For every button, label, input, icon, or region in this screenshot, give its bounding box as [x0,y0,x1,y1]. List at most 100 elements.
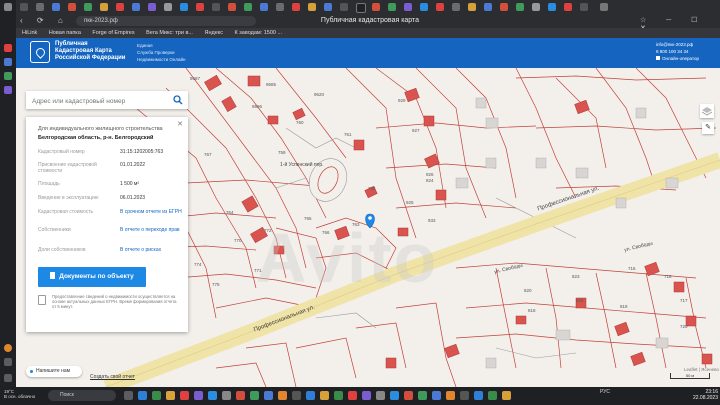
tab-icon[interactable] [36,3,44,11]
tab-icon[interactable] [132,3,140,11]
taskbar-app-icon[interactable] [180,391,189,400]
sidebar-settings-icon[interactable] [4,374,12,382]
taskbar-search[interactable]: Поиск [48,390,116,401]
folder-icon[interactable] [166,391,175,400]
taskbar-app-icon[interactable] [264,391,273,400]
tab-icon[interactable] [276,3,284,11]
ruler-icon[interactable]: ✎ [702,122,714,134]
task-view-icon[interactable] [124,391,133,400]
taskbar-app-icon[interactable] [474,391,483,400]
tab-icon[interactable] [324,3,332,11]
taskbar-app-icon[interactable] [390,391,399,400]
layers-icon[interactable] [700,104,714,118]
taskbar-app-icon[interactable] [362,391,371,400]
taskbar-app-icon[interactable] [250,391,259,400]
bookmark-item[interactable]: Вега Микс: три в... [146,30,193,36]
sidebar-app-icon[interactable] [4,58,12,66]
tab-icon[interactable] [68,3,76,11]
tab-icon[interactable] [340,3,348,11]
search-input[interactable] [26,91,169,111]
tab-icon[interactable] [436,3,444,11]
brand-title[interactable]: Публичная Кадастровая Карта Российской Ф… [55,41,135,62]
bookmark-item[interactable]: Яндекс [204,30,223,36]
tab-icon[interactable] [484,3,492,11]
browser-logo-icon[interactable] [4,3,12,11]
tab-icon[interactable] [548,3,556,11]
tab-icon[interactable] [580,3,588,11]
tab-icon[interactable] [500,3,508,11]
tab-icon[interactable] [260,3,268,11]
tab-icon[interactable] [516,3,524,11]
taskbar-app-icon[interactable] [292,391,301,400]
taskbar-app-icon[interactable] [348,391,357,400]
taskbar-app-icon[interactable] [418,391,427,400]
sidebar-app-icon[interactable] [4,44,12,52]
tab-icon[interactable] [164,3,172,11]
bookmark-item[interactable]: К заводам: 1500 ... [235,30,283,36]
sidebar-add-icon[interactable] [4,358,12,366]
taskbar-app-icon[interactable] [194,391,203,400]
sidebar-app-icon[interactable] [4,86,12,94]
tab-icon[interactable] [308,3,316,11]
taskbar-app-icon[interactable] [432,391,441,400]
create-report-link[interactable]: Создать свой отчет [90,374,135,380]
language-indicator[interactable]: РУС [600,389,610,395]
tab-icon[interactable] [20,3,28,11]
taskbar-app-icon[interactable] [152,391,161,400]
info-link[interactable]: В отчете о рисках [120,247,190,253]
taskbar-app-icon[interactable] [502,391,511,400]
tab-icon[interactable] [372,3,380,11]
contact-phone[interactable]: 8 800 100 34 34 [656,48,718,55]
tab-icon[interactable] [420,3,428,11]
url-bar[interactable]: пкк-2023.рф [76,16,256,26]
tab-icon[interactable] [212,3,220,11]
taskbar-app-icon[interactable] [446,391,455,400]
tab-icon[interactable] [532,3,540,11]
taskbar-app-icon[interactable] [488,391,497,400]
search-icon[interactable] [173,95,183,105]
tab-icon[interactable] [244,3,252,11]
tab-icon[interactable] [228,3,236,11]
tab-icon[interactable] [564,3,572,11]
tab-icon[interactable] [356,3,366,13]
map-attribution[interactable]: Leaflet | Ясенево [684,367,719,372]
documents-button[interactable]: Документы по объекту [38,267,146,287]
tab-icon[interactable] [84,3,92,11]
taskbar-app-icon[interactable] [404,391,413,400]
close-icon[interactable]: ✕ [177,120,183,128]
bookmark-item[interactable]: HiLink [22,30,37,36]
tab-icon[interactable] [468,3,476,11]
info-link[interactable]: В отчете о переходе прав [120,227,190,233]
clock[interactable]: 23:16 22.08.2023 [690,389,718,401]
bookmark-item[interactable]: Новая папка [49,30,81,36]
sidebar-app-icon[interactable] [4,344,12,352]
nav-buttons[interactable]: ‹ ⟳ ⌂ [20,16,69,25]
info-link[interactable]: В срочном отчете из ЕГРН [120,209,190,215]
taskbar-app-icon[interactable] [222,391,231,400]
tab-icon[interactable] [52,3,60,11]
tab-icon[interactable] [388,3,396,11]
tab-icon[interactable] [100,3,108,11]
taskbar-app-icon[interactable] [208,391,217,400]
taskbar-app-icon[interactable] [320,391,329,400]
taskbar-app-icon[interactable] [460,391,469,400]
taskbar-app-icon[interactable] [306,391,315,400]
chat-button[interactable]: Напишите нам [26,366,82,377]
tab-icon[interactable] [292,3,300,11]
taskbar-app-icon[interactable] [138,391,147,400]
taskbar-app-icon[interactable] [278,391,287,400]
weather-widget[interactable]: 19°C В осн. облачно [4,389,35,399]
taskbar-app-icon[interactable] [236,391,245,400]
tab-icon[interactable] [196,3,204,11]
map-pin-logo-icon[interactable] [30,41,50,63]
tab-icon[interactable] [452,3,460,11]
system-tray[interactable]: РУС [600,389,610,395]
new-tab-icon[interactable] [600,3,608,11]
taskbar-app-icon[interactable] [376,391,385,400]
contact-email[interactable]: info@пкк-2023.рф [656,41,718,48]
bookmark-item[interactable]: Forge of Empires [92,30,134,36]
taskbar-app-icon[interactable] [334,391,343,400]
tab-icon[interactable] [116,3,124,11]
tab-icon[interactable] [148,3,156,11]
tab-icon[interactable] [404,3,412,11]
